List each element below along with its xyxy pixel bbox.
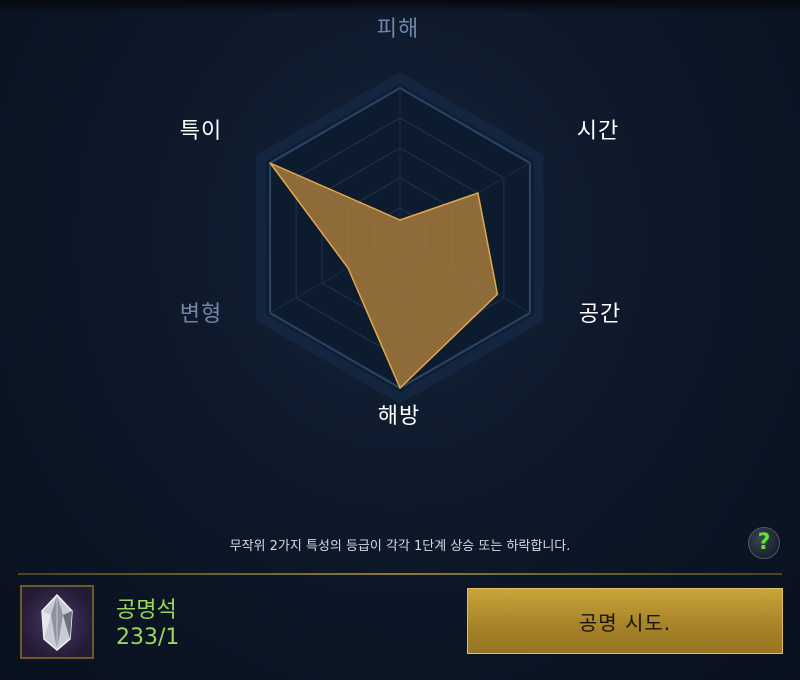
radar-chart bbox=[256, 72, 544, 404]
axis-label-damage: 피해 bbox=[376, 17, 420, 42]
axis-label-liberation: 해방 bbox=[377, 404, 421, 429]
help-button[interactable]: ? bbox=[748, 527, 780, 559]
divider bbox=[18, 573, 782, 575]
axis-label-time: 시간 bbox=[576, 119, 620, 144]
item-name: 공명석 bbox=[116, 598, 177, 623]
axis-label-transform: 변형 bbox=[179, 302, 223, 327]
axis-label-space: 공간 bbox=[578, 302, 622, 327]
resonance-stone-slot bbox=[20, 585, 94, 659]
axis-label-unique: 특이 bbox=[179, 119, 223, 144]
crystal-stone-icon bbox=[41, 593, 73, 651]
item-count: 233/1 bbox=[116, 625, 180, 650]
resonance-attempt-button[interactable]: 공명 시도. bbox=[467, 588, 783, 654]
effect-description: 무작위 2가지 특성의 등급이 각각 1단계 상승 또는 하락합니다. bbox=[229, 539, 571, 554]
